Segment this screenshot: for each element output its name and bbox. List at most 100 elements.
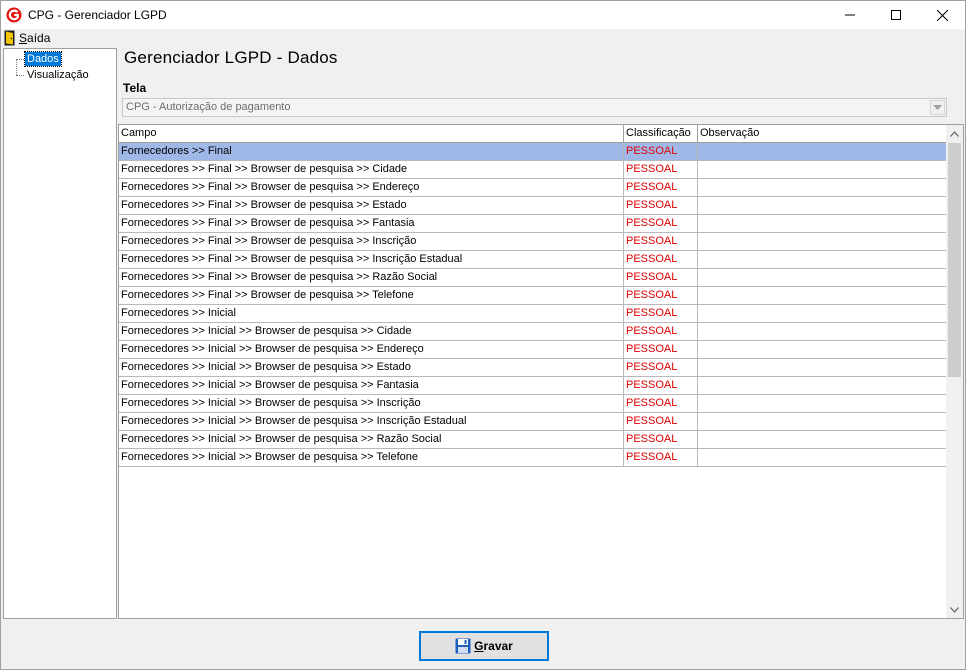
table-row[interactable]: Fornecedores >> Inicial >> Browser de pe… [119, 359, 947, 377]
cell-campo[interactable]: Fornecedores >> Final >> Browser de pesq… [119, 269, 624, 287]
cell-campo[interactable]: Fornecedores >> Final >> Browser de pesq… [119, 197, 624, 215]
cell-observacao[interactable] [698, 305, 947, 323]
cell-classificacao[interactable]: PESSOAL [624, 377, 698, 395]
table-row[interactable]: Fornecedores >> Final >> Browser de pesq… [119, 179, 947, 197]
cell-campo[interactable]: Fornecedores >> Final >> Browser de pesq… [119, 161, 624, 179]
table-row[interactable]: Fornecedores >> Final >> Browser de pesq… [119, 287, 947, 305]
table-row[interactable]: Fornecedores >> Inicial PESSOAL [119, 305, 947, 323]
navigation-tree: Dados Visualização [3, 48, 117, 619]
title-bar[interactable]: CPG - Gerenciador LGPD [1, 1, 965, 29]
cell-classificacao[interactable]: PESSOAL [624, 161, 698, 179]
cell-observacao[interactable] [698, 395, 947, 413]
cell-campo[interactable]: Fornecedores >> Inicial >> Browser de pe… [119, 413, 624, 431]
cell-observacao[interactable] [698, 197, 947, 215]
cell-observacao[interactable] [698, 359, 947, 377]
menu-exit[interactable]: Saída [4, 30, 50, 46]
window-title: CPG - Gerenciador LGPD [28, 8, 167, 22]
table-row[interactable]: Fornecedores >> Final >> Browser de pesq… [119, 215, 947, 233]
cell-classificacao[interactable]: PESSOAL [624, 395, 698, 413]
cell-classificacao[interactable]: PESSOAL [624, 359, 698, 377]
cell-campo[interactable]: Fornecedores >> Final >> Browser de pesq… [119, 251, 624, 269]
cell-observacao[interactable] [698, 251, 947, 269]
tree-item-dados[interactable]: Dados [24, 51, 62, 67]
door-exit-icon [4, 30, 15, 46]
data-grid[interactable]: Campo Classificação Observação Fornecedo… [118, 124, 964, 619]
cell-classificacao[interactable]: PESSOAL [624, 269, 698, 287]
cell-classificacao[interactable]: PESSOAL [624, 215, 698, 233]
cell-campo[interactable]: Fornecedores >> Inicial >> Browser de pe… [119, 341, 624, 359]
cell-observacao[interactable] [698, 449, 947, 467]
column-header-observacao[interactable]: Observação [698, 125, 947, 143]
table-row[interactable]: Fornecedores >> Final PESSOAL [119, 143, 947, 161]
close-button[interactable] [919, 1, 965, 29]
cell-observacao[interactable] [698, 323, 947, 341]
table-row[interactable]: Fornecedores >> Final >> Browser de pesq… [119, 233, 947, 251]
save-button[interactable]: Gravar [419, 631, 549, 661]
cell-observacao[interactable] [698, 143, 947, 161]
table-row[interactable]: Fornecedores >> Inicial >> Browser de pe… [119, 341, 947, 359]
cell-observacao[interactable] [698, 431, 947, 449]
table-row[interactable]: Fornecedores >> Inicial >> Browser de pe… [119, 395, 947, 413]
vertical-scrollbar[interactable] [946, 125, 963, 618]
cell-campo[interactable]: Fornecedores >> Inicial >> Browser de pe… [119, 323, 624, 341]
cell-campo[interactable]: Fornecedores >> Inicial [119, 305, 624, 323]
cell-classificacao[interactable]: PESSOAL [624, 143, 698, 161]
cell-observacao[interactable] [698, 341, 947, 359]
cell-classificacao[interactable]: PESSOAL [624, 431, 698, 449]
tree-item-visualizacao[interactable]: Visualização [25, 68, 91, 82]
cell-campo[interactable]: Fornecedores >> Final >> Browser de pesq… [119, 287, 624, 305]
scroll-up-button[interactable] [946, 125, 963, 142]
minimize-icon [845, 14, 855, 16]
dropdown-button[interactable] [930, 100, 945, 115]
cell-observacao[interactable] [698, 233, 947, 251]
table-row[interactable]: Fornecedores >> Final >> Browser de pesq… [119, 161, 947, 179]
maximize-button[interactable] [873, 1, 919, 29]
cell-campo[interactable]: Fornecedores >> Final >> Browser de pesq… [119, 233, 624, 251]
table-row[interactable]: Fornecedores >> Final >> Browser de pesq… [119, 251, 947, 269]
cell-classificacao[interactable]: PESSOAL [624, 305, 698, 323]
column-header-classificacao[interactable]: Classificação [624, 125, 698, 143]
cell-classificacao[interactable]: PESSOAL [624, 179, 698, 197]
cell-campo[interactable]: Fornecedores >> Inicial >> Browser de pe… [119, 449, 624, 467]
cell-classificacao[interactable]: PESSOAL [624, 449, 698, 467]
table-row[interactable]: Fornecedores >> Inicial >> Browser de pe… [119, 431, 947, 449]
cell-observacao[interactable] [698, 179, 947, 197]
cell-classificacao[interactable]: PESSOAL [624, 323, 698, 341]
cell-classificacao[interactable]: PESSOAL [624, 341, 698, 359]
table-row[interactable]: Fornecedores >> Inicial >> Browser de pe… [119, 323, 947, 341]
cell-campo[interactable]: Fornecedores >> Inicial >> Browser de pe… [119, 377, 624, 395]
cell-observacao[interactable] [698, 413, 947, 431]
cell-observacao[interactable] [698, 287, 947, 305]
tree-connector [16, 59, 17, 75]
table-row[interactable]: Fornecedores >> Final >> Browser de pesq… [119, 269, 947, 287]
table-row[interactable]: Fornecedores >> Final >> Browser de pesq… [119, 197, 947, 215]
scroll-down-button[interactable] [946, 601, 963, 618]
minimize-button[interactable] [827, 1, 873, 29]
cell-observacao[interactable] [698, 269, 947, 287]
chevron-down-icon [950, 606, 959, 613]
floppy-disk-icon [455, 638, 471, 654]
cell-campo[interactable]: Fornecedores >> Final [119, 143, 624, 161]
cell-classificacao[interactable]: PESSOAL [624, 251, 698, 269]
cell-observacao[interactable] [698, 377, 947, 395]
cell-observacao[interactable] [698, 215, 947, 233]
cell-campo[interactable]: Fornecedores >> Inicial >> Browser de pe… [119, 359, 624, 377]
cell-classificacao[interactable]: PESSOAL [624, 413, 698, 431]
cell-campo[interactable]: Fornecedores >> Final >> Browser de pesq… [119, 179, 624, 197]
tree-connector [16, 75, 24, 76]
column-header-campo[interactable]: Campo [119, 125, 624, 143]
table-row[interactable]: Fornecedores >> Inicial >> Browser de pe… [119, 413, 947, 431]
table-row[interactable]: Fornecedores >> Inicial >> Browser de pe… [119, 449, 947, 467]
cell-classificacao[interactable]: PESSOAL [624, 287, 698, 305]
scroll-thumb[interactable] [948, 143, 961, 377]
cell-observacao[interactable] [698, 161, 947, 179]
cell-classificacao[interactable]: PESSOAL [624, 233, 698, 251]
cell-campo[interactable]: Fornecedores >> Inicial >> Browser de pe… [119, 431, 624, 449]
tela-select[interactable]: CPG - Autorização de pagamento [122, 98, 947, 117]
close-icon [936, 9, 948, 21]
cell-campo[interactable]: Fornecedores >> Inicial >> Browser de pe… [119, 395, 624, 413]
cell-classificacao[interactable]: PESSOAL [624, 197, 698, 215]
table-row[interactable]: Fornecedores >> Inicial >> Browser de pe… [119, 377, 947, 395]
cell-campo[interactable]: Fornecedores >> Final >> Browser de pesq… [119, 215, 624, 233]
maximize-icon [891, 10, 901, 20]
